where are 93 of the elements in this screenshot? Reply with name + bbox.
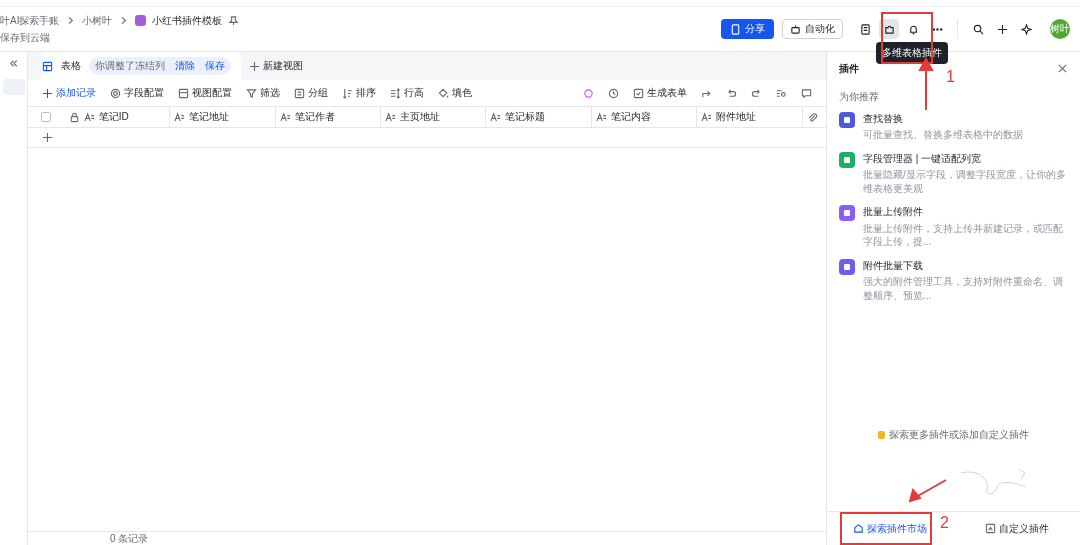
annotation-number: 2	[940, 514, 949, 532]
toolbar-button[interactable]: 分组	[294, 86, 328, 100]
plugin-name: 查找替换	[863, 111, 904, 125]
panel-title: 插件	[839, 62, 859, 76]
generate-form-button[interactable]: 生成表单	[633, 86, 687, 100]
filter-icon	[246, 87, 257, 99]
plugin-button[interactable]	[879, 19, 899, 39]
toolbar-button[interactable]: 添加记录	[42, 86, 96, 100]
add-row-icon	[42, 132, 53, 143]
collapse-icon	[8, 58, 19, 69]
sort-icon	[342, 87, 353, 99]
explore-hint: 探索更多插件或添加自定义插件	[889, 427, 1029, 441]
plus-icon	[42, 87, 53, 99]
close-icon	[1057, 63, 1068, 75]
plus-icon	[249, 60, 260, 72]
puzzle-icon	[883, 23, 895, 35]
column-header[interactable]: 笔记地址	[170, 107, 276, 127]
select-all-checkbox[interactable]	[41, 112, 52, 122]
column-header[interactable]: 笔记作者	[275, 107, 381, 127]
custom-plugin-button[interactable]: 自定义插件	[953, 520, 1080, 537]
plugin-name: 附件批量下载	[863, 258, 924, 272]
column-header[interactable]: 附件地址	[697, 107, 803, 127]
clear-link[interactable]: 清除	[175, 59, 195, 73]
column-header[interactable]: 笔记标题	[486, 107, 592, 127]
text-field-icon	[701, 111, 713, 123]
annotation-arrow	[908, 478, 948, 502]
highlight-box	[881, 12, 933, 64]
plugin-description: 强大的附件管理工具，支持对附件重命名、调整顺序、预览...	[863, 275, 1064, 302]
history-icon	[608, 87, 619, 99]
annotation-number: 1	[946, 68, 955, 86]
group-icon	[294, 87, 305, 99]
record-count: 0 条记录	[110, 532, 149, 545]
text-field-icon	[174, 111, 186, 123]
plugin-item[interactable]: 批量上传附件 批量上传附件，支持上传并新建记录，或匹配字段上传，提...	[827, 199, 1080, 253]
plugin-name: 批量上传附件	[863, 205, 924, 219]
plus-icon	[996, 23, 1008, 35]
annotation-arrow	[919, 58, 933, 110]
find-icon	[776, 87, 787, 99]
toolbar-button[interactable]: 视图配置	[178, 86, 232, 100]
undo-icon	[726, 87, 737, 99]
search-icon	[972, 23, 984, 35]
bell-icon	[907, 23, 919, 35]
plugin-name: 字段管理器 | 一键适配列宽	[863, 151, 983, 165]
plugin-item[interactable]: 附件批量下载 强大的附件管理工具，支持对附件重命名、调整顺序、预览...	[827, 252, 1080, 306]
robot-icon	[790, 23, 801, 35]
sparkle-icon	[1020, 23, 1032, 35]
toolbar-button[interactable]: 填色	[438, 86, 472, 100]
table-icon	[42, 60, 53, 72]
settings-icon	[110, 87, 121, 99]
toolbar-button[interactable]: 字段配置	[110, 86, 164, 100]
breadcrumb-item[interactable]: 叶AI探索手账	[0, 14, 60, 28]
plugin-description: 批量上传附件，支持上传并新建记录，或匹配字段上传，提...	[863, 221, 1064, 249]
view-tab[interactable]: 表格	[61, 59, 81, 73]
ai-icon	[583, 87, 594, 99]
automation-button[interactable]: 自动化	[782, 19, 843, 39]
share-icon	[730, 23, 741, 35]
document-title[interactable]: 小红书插件模板	[152, 14, 223, 28]
home-icon	[853, 523, 865, 534]
text-field-icon	[279, 111, 291, 123]
view-icon	[178, 87, 189, 99]
redo-icon	[751, 87, 762, 99]
bag-icon	[878, 429, 886, 439]
row-height-icon	[390, 87, 401, 99]
column-header[interactable]: 笔记ID	[64, 107, 171, 127]
pin-icon	[228, 15, 240, 27]
paint-bucket-icon	[438, 87, 449, 99]
attachment-icon	[806, 111, 818, 123]
base-icon	[135, 15, 147, 27]
plugin-description: 批量隐藏/显示字段，调整字段宽度，让你的多维表格更美观	[863, 168, 1067, 195]
text-field-icon	[490, 111, 502, 123]
section-label: 为你推荐	[839, 90, 879, 102]
share-button[interactable]: 分享	[721, 19, 774, 39]
text-field-icon	[595, 111, 607, 123]
plugin-item[interactable]: 查找替换 可批量查找、替换多维表格中的数据	[827, 105, 1080, 146]
breadcrumb-item[interactable]: 小树叶	[82, 14, 113, 28]
save-status: 保存到云端	[0, 30, 51, 44]
form-icon	[633, 87, 644, 99]
toolbar-button[interactable]: 行高	[390, 86, 424, 100]
text-field-icon	[83, 111, 95, 123]
column-header[interactable]: 笔记内容	[591, 107, 698, 127]
plugin-item[interactable]: 字段管理器 | 一键适配列宽 批量隐藏/显示字段，调整字段宽度，让你的多维表格更美观	[827, 145, 1080, 199]
toolbar-button[interactable]: 筛选	[246, 86, 280, 100]
comment-icon	[801, 87, 812, 99]
custom-icon	[984, 523, 996, 534]
plugin-description: 可批量查找、替换多维表格中的数据	[863, 128, 1023, 142]
toolbar-button[interactable]: 排序	[342, 86, 376, 100]
document-icon	[859, 23, 871, 35]
text-field-icon	[384, 111, 396, 123]
lock-icon	[68, 111, 80, 123]
new-view-button[interactable]: 新建视图	[249, 59, 303, 73]
save-link[interactable]: 保存	[205, 59, 225, 73]
notice-text: 你调整了冻结列	[95, 59, 165, 73]
column-header[interactable]: 主页地址	[380, 107, 487, 127]
